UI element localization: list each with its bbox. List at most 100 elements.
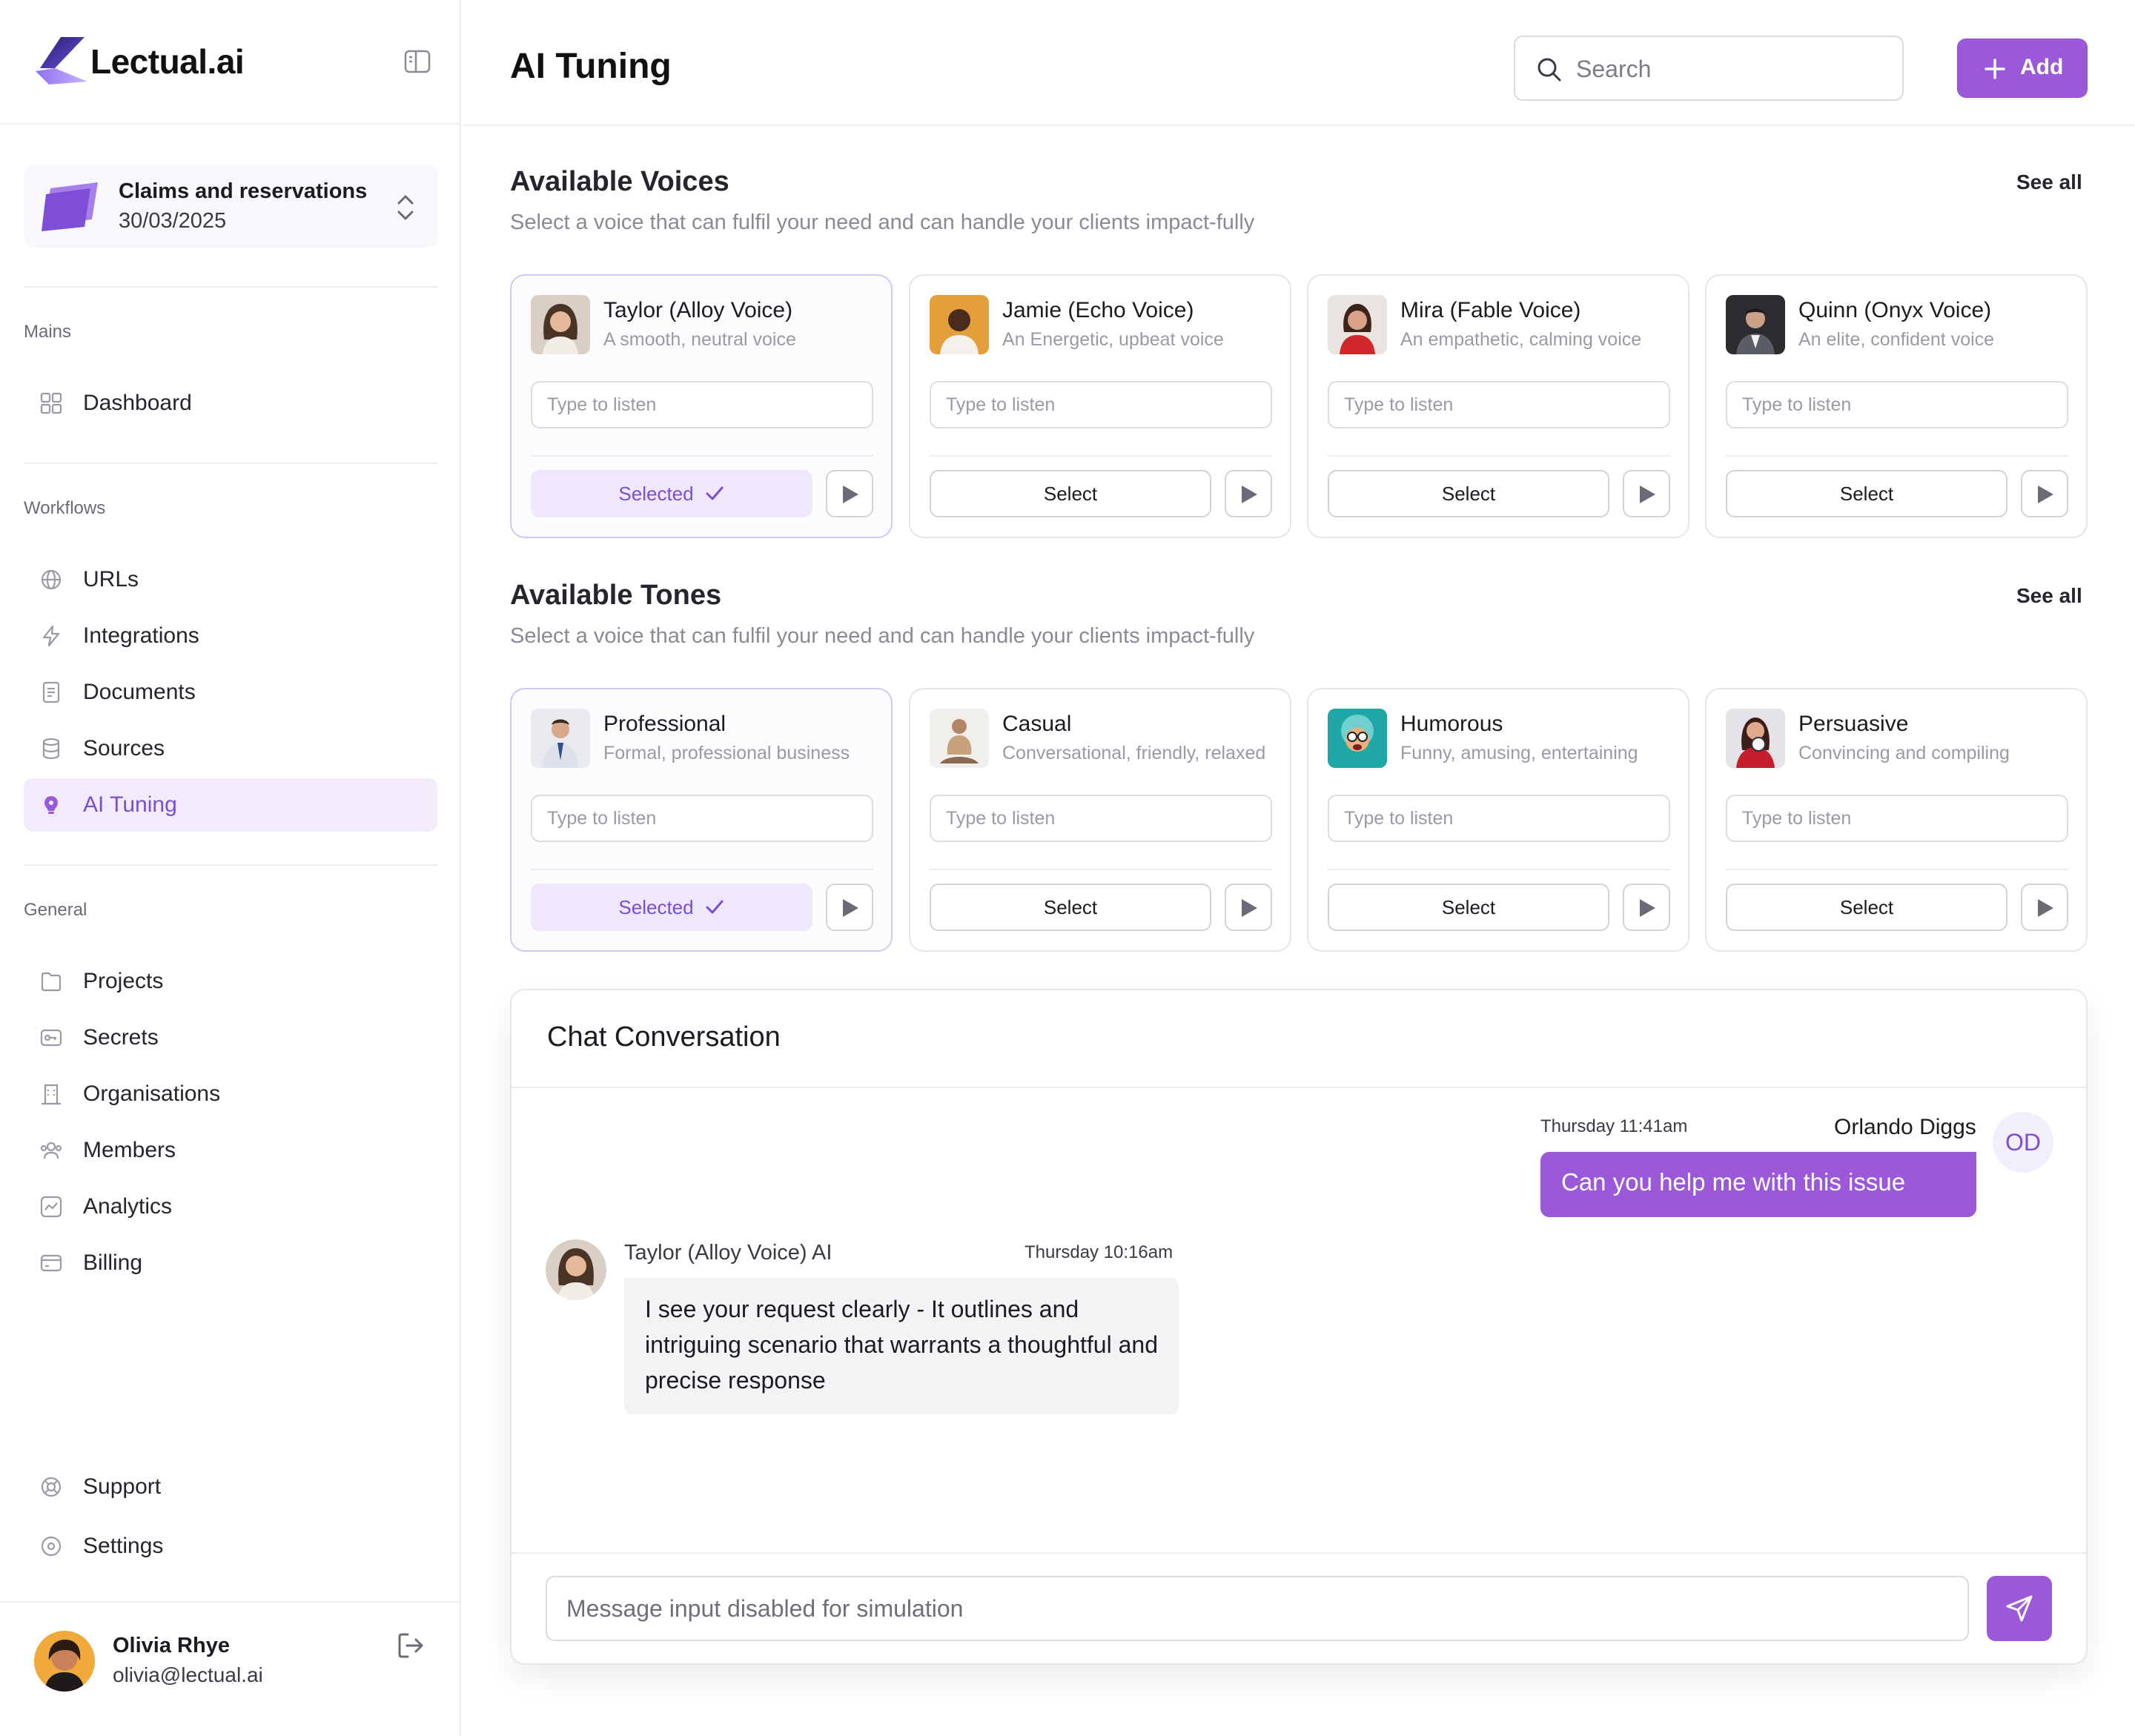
incoming-sender: Taylor (Alloy Voice) AI — [624, 1241, 833, 1265]
voices-see-all-link[interactable]: See all — [2016, 170, 2082, 194]
play-button[interactable] — [1623, 470, 1670, 517]
add-button[interactable]: Add — [1957, 39, 2088, 98]
sidebar-collapse-icon[interactable] — [403, 49, 431, 74]
voice-card-quinn[interactable]: Quinn (Onyx Voice) An elite, confident v… — [1705, 274, 2088, 538]
sidebar-item-billing[interactable]: Billing — [24, 1236, 437, 1290]
listen-input[interactable] — [531, 381, 873, 428]
play-button[interactable] — [2021, 470, 2068, 517]
select-label: Select — [1441, 483, 1496, 505]
user-profile: Olivia Rhye olivia@lectual.ai — [0, 1601, 460, 1736]
select-button[interactable]: Select — [1328, 884, 1609, 931]
sidebar-item-support[interactable]: Support — [24, 1460, 437, 1514]
sidebar-item-label: Billing — [83, 1250, 143, 1275]
voice-name: Taylor (Alloy Voice) — [603, 298, 793, 322]
tone-name: Persuasive — [1798, 712, 1909, 736]
tone-card-professional[interactable]: Professional Formal, professional busine… — [510, 688, 893, 952]
sidebar-item-settings[interactable]: Settings — [24, 1520, 437, 1573]
sidebar-item-ai-tuning[interactable]: AI Tuning — [24, 778, 437, 832]
select-button[interactable]: Select — [1726, 884, 2007, 931]
bulb-icon — [44, 796, 58, 814]
message-input[interactable] — [546, 1576, 1969, 1641]
card-divider — [531, 455, 873, 457]
select-label: Selected — [618, 483, 694, 505]
select-button[interactable]: Select — [1726, 470, 2007, 517]
listen-input[interactable] — [930, 381, 1272, 428]
listen-input[interactable] — [1328, 795, 1670, 842]
avatar[interactable] — [34, 1631, 95, 1692]
settings-icon — [41, 1536, 62, 1557]
play-button[interactable] — [2021, 884, 2068, 931]
select-button[interactable]: Select — [930, 884, 1211, 931]
voice-card-jamie[interactable]: Jamie (Echo Voice) An Energetic, upbeat … — [909, 274, 1291, 538]
database-icon — [42, 738, 60, 760]
listen-input[interactable] — [930, 795, 1272, 842]
incoming-timestamp: Thursday 10:16am — [1025, 1242, 1174, 1262]
listen-input[interactable] — [1726, 795, 2068, 842]
sidebar-item-integrations[interactable]: Integrations — [24, 609, 437, 663]
voice-card-mira[interactable]: Mira (Fable Voice) An empathetic, calmin… — [1307, 274, 1689, 538]
chat-header-divider — [512, 1087, 2086, 1088]
tones-subtitle: Select a voice that can fulfil your need… — [510, 624, 1255, 648]
chat-panel: Chat Conversation Thursday 11:41am Orlan… — [510, 989, 2088, 1665]
send-icon — [2006, 1595, 2033, 1622]
sidebar-item-members[interactable]: Members — [24, 1124, 437, 1177]
play-button[interactable] — [826, 470, 873, 517]
send-button[interactable] — [1987, 1576, 2052, 1641]
sidebar-item-documents[interactable]: Documents — [24, 666, 437, 719]
sidebar-item-analytics[interactable]: Analytics — [24, 1180, 437, 1233]
plus-icon — [1985, 59, 2005, 79]
voice-avatar — [930, 295, 989, 354]
selected-button[interactable]: Selected — [531, 884, 812, 931]
sidebar-item-secrets[interactable]: Secrets — [24, 1011, 437, 1064]
tone-card-persuasive[interactable]: Persuasive Convincing and compiling Sele… — [1705, 688, 2088, 952]
play-button[interactable] — [1225, 470, 1272, 517]
play-button[interactable] — [826, 884, 873, 931]
sidebar-item-label: Analytics — [83, 1194, 173, 1219]
listen-input[interactable] — [1328, 381, 1670, 428]
section-label-mains: Mains — [24, 322, 72, 342]
tones-see-all-link[interactable]: See all — [2016, 584, 2082, 608]
sidebar-item-label: Integrations — [83, 623, 199, 648]
tone-name: Casual — [1002, 712, 1072, 736]
voice-description: An elite, confident voice — [1798, 329, 1995, 350]
selected-button[interactable]: Selected — [531, 470, 812, 517]
sidebar-divider — [24, 286, 437, 288]
select-button[interactable]: Select — [930, 470, 1211, 517]
folder-icon — [41, 972, 62, 992]
sidebar-item-urls[interactable]: URLs — [24, 553, 437, 606]
select-button[interactable]: Select — [1328, 470, 1609, 517]
play-icon — [2038, 899, 2053, 917]
voice-avatar — [1328, 295, 1387, 354]
lifebuoy-icon — [41, 1477, 62, 1497]
voice-card-taylor[interactable]: Taylor (Alloy Voice) A smooth, neutral v… — [510, 274, 893, 538]
search-box[interactable] — [1514, 36, 1904, 101]
voice-name: Quinn (Onyx Voice) — [1798, 298, 1992, 322]
logout-icon[interactable] — [396, 1631, 426, 1660]
select-label: Select — [1441, 896, 1496, 918]
brand-name: Lectual.ai — [90, 42, 245, 81]
select-label: Select — [1043, 896, 1098, 918]
section-label-general: General — [24, 900, 87, 920]
incoming-message: I see your request clearly - It outlines… — [624, 1278, 1179, 1414]
sidebar-item-label: Members — [83, 1138, 176, 1162]
search-icon — [1537, 58, 1561, 82]
project-switcher[interactable]: Claims and reservations 30/03/2025 — [24, 165, 437, 248]
sidebar-item-label: Support — [83, 1474, 162, 1499]
sidebar-item-organisations[interactable]: Organisations — [24, 1067, 437, 1121]
sidebar-item-projects[interactable]: Projects — [24, 955, 437, 1008]
play-button[interactable] — [1623, 884, 1670, 931]
tone-card-casual[interactable]: Casual Conversational, friendly, relaxed… — [909, 688, 1291, 952]
sidebar-item-label: Sources — [83, 736, 165, 761]
listen-input[interactable] — [531, 795, 873, 842]
tone-name: Humorous — [1400, 712, 1503, 736]
sidebar-divider — [24, 463, 437, 464]
play-button[interactable] — [1225, 884, 1272, 931]
sidebar-item-sources[interactable]: Sources — [24, 722, 437, 775]
tone-card-humorous[interactable]: Humorous Funny, amusing, entertaining Se… — [1307, 688, 1689, 952]
sidebar-item-dashboard[interactable]: Dashboard — [24, 377, 437, 430]
card-divider — [930, 455, 1272, 457]
top-header: AI Tuning Add — [463, 0, 2135, 126]
search-input[interactable] — [1576, 50, 1887, 87]
listen-input[interactable] — [1726, 381, 2068, 428]
section-label-workflows: Workflows — [24, 498, 106, 518]
